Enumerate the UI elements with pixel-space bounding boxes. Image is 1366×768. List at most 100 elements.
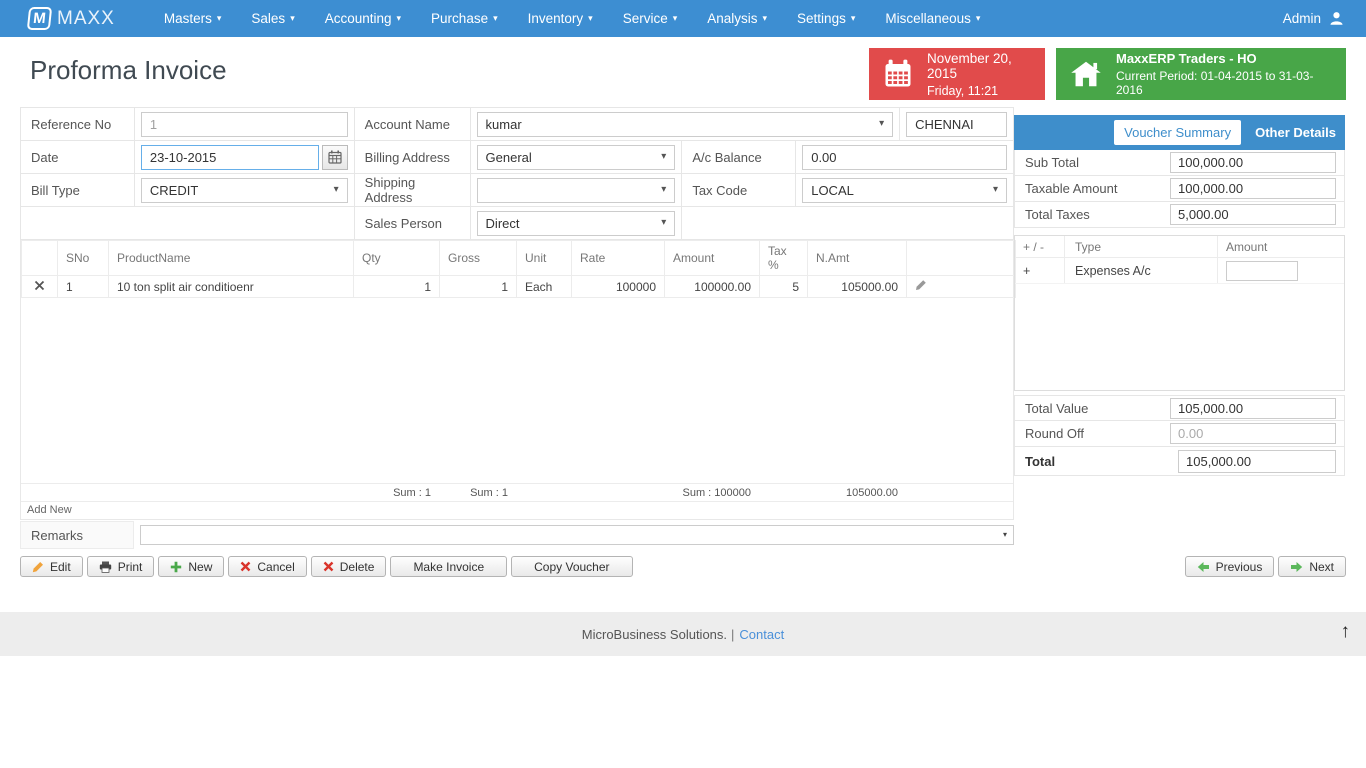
tax-code-select[interactable]: LOCAL ▾ [802, 177, 1007, 203]
ac-balance-input[interactable] [802, 144, 1007, 170]
scroll-top-icon[interactable]: ↑ [1341, 622, 1351, 641]
delete-row-icon[interactable] [34, 280, 45, 291]
make-invoice-button[interactable]: Make Invoice [390, 556, 508, 577]
edit-column-header [906, 240, 1016, 276]
sales-person-select[interactable]: Direct ▾ [476, 210, 676, 236]
action-toolbar: Edit Print New Cancel Delete Make Invoic… [0, 556, 1366, 577]
col-gross: Gross [439, 240, 517, 276]
arrow-right-icon [1291, 561, 1303, 572]
tab-other-details[interactable]: Other Details [1253, 120, 1338, 145]
user-name: Admin [1282, 11, 1321, 26]
company-name: MaxxERP Traders - HO [1116, 51, 1257, 66]
tab-voucher-summary[interactable]: Voucher Summary [1114, 120, 1242, 145]
total-taxes-label: Total Taxes [1025, 207, 1090, 222]
cell-unit: Each [516, 275, 572, 298]
adj-amount-input[interactable] [1226, 260, 1298, 281]
menu-masters[interactable]: Masters ▾ [149, 0, 237, 37]
add-new-link[interactable]: Add New [21, 502, 1013, 519]
edit-button[interactable]: Edit [20, 556, 83, 577]
remarks-select[interactable]: ▾ [140, 525, 1014, 545]
item-row: 1 10 ton split air conditioenr 1 1 Each … [21, 275, 1016, 298]
menu-analysis[interactable]: Analysis ▾ [692, 0, 782, 37]
footer-separator: | [731, 626, 735, 642]
col-amount: Amount [664, 240, 760, 276]
empty-cell [682, 207, 1014, 240]
cell-tax: 5 [759, 275, 808, 298]
chevron-down-icon: ▾ [216, 13, 222, 23]
sub-total-input[interactable] [1170, 152, 1336, 173]
next-button[interactable]: Next [1278, 556, 1346, 577]
col-qty: Qty [353, 240, 440, 276]
account-name-label: Account Name [354, 108, 471, 141]
date-label: Date [21, 141, 135, 174]
billing-address-select[interactable]: General ▾ [476, 144, 676, 170]
sum-gross: Sum : 1 [470, 486, 508, 499]
chevron-down-icon: ▾ [661, 151, 667, 162]
round-off-label: Round Off [1025, 426, 1085, 441]
adj-sign: + [1015, 258, 1065, 283]
account-name-combo[interactable]: kumar ▾ [476, 111, 894, 137]
tax-code-label: Tax Code [682, 174, 797, 207]
arrow-left-icon [1197, 561, 1209, 572]
main-menu: Masters ▾ Sales ▾ Accounting ▾ Purchase ▾ In… [149, 0, 996, 37]
cancel-button[interactable]: Cancel [228, 556, 307, 577]
page-footer: MicroBusiness Solutions. | Contact ↑ [0, 612, 1366, 656]
current-period: Current Period: 01-04-2015 to 31-03-2016 [1116, 69, 1314, 97]
account-city-input[interactable] [906, 111, 1007, 137]
adjustment-row: + Expenses A/c [1015, 258, 1344, 284]
print-button[interactable]: Print [86, 556, 155, 577]
bill-type-select[interactable]: CREDIT ▾ [140, 177, 348, 203]
x-icon [323, 561, 334, 572]
shipping-address-label: Shipping Address [354, 174, 471, 207]
calendar-button[interactable] [321, 144, 348, 170]
delete-button[interactable]: Delete [310, 556, 387, 577]
total-taxes-input[interactable] [1170, 204, 1336, 225]
col-productname: ProductName [108, 240, 354, 276]
taxable-amount-input[interactable] [1170, 178, 1336, 199]
printer-icon [99, 561, 111, 573]
total-input[interactable] [1178, 449, 1336, 473]
user-menu[interactable]: Admin [1283, 11, 1344, 26]
round-off-input[interactable] [1170, 423, 1336, 444]
total-label: Total [1025, 453, 1056, 469]
new-button[interactable]: New [158, 556, 225, 577]
reference-no-label: Reference No [21, 108, 135, 141]
top-navbar: M MAXX Masters ▾ Sales ▾ Accounting ▾ Purch… [0, 0, 1366, 37]
maxx-logo-icon: M [26, 7, 53, 30]
reference-no-input[interactable] [140, 111, 348, 137]
date-input[interactable] [140, 144, 319, 170]
contact-link[interactable]: Contact [739, 627, 784, 642]
previous-button[interactable]: Previous [1184, 556, 1275, 577]
items-grid-empty-space [21, 298, 1013, 484]
brand-logo[interactable]: M MAXX [26, 7, 115, 30]
menu-purchase[interactable]: Purchase ▾ [416, 0, 513, 37]
items-header-row: SNo ProductName Qty Gross Unit Rate Amou… [21, 240, 1016, 276]
cell-rate: 100000 [571, 275, 665, 298]
chevron-down-icon: ▾ [992, 184, 998, 195]
calendar-small-icon [328, 150, 342, 164]
header-info-boxes: November 20, 2015 Friday, 11:21 MaxxERP … [869, 48, 1346, 100]
sales-person-label: Sales Person [354, 207, 471, 240]
total-value-input[interactable] [1170, 397, 1336, 419]
chevron-down-icon: ▾ [290, 13, 295, 23]
user-icon [1330, 12, 1343, 25]
cell-product: 10 ton split air conditioenr [108, 275, 354, 298]
sum-qty: Sum : 1 [393, 486, 431, 499]
menu-inventory[interactable]: Inventory ▾ [513, 0, 608, 37]
adjustments-table: + / - Type Amount + Expenses A/c [1014, 235, 1345, 391]
plus-icon [171, 561, 182, 572]
total-value-label: Total Value [1025, 400, 1089, 416]
shipping-address-select[interactable]: ▾ [476, 177, 676, 203]
menu-settings[interactable]: Settings ▾ [782, 0, 870, 37]
menu-sales[interactable]: Sales ▾ [236, 0, 309, 37]
col-tax: Tax % [759, 240, 808, 276]
page-header: Proforma Invoice November 20, 2015 Frida… [0, 37, 1366, 107]
copy-voucher-button[interactable]: Copy Voucher [511, 556, 633, 577]
billing-address-label: Billing Address [354, 141, 471, 174]
edit-row-icon[interactable] [915, 279, 927, 291]
col-rate: Rate [571, 240, 665, 276]
menu-miscellaneous[interactable]: Miscellaneous ▾ [870, 0, 995, 37]
menu-accounting[interactable]: Accounting ▾ [310, 0, 416, 37]
company-box: MaxxERP Traders - HO Current Period: 01-… [1056, 48, 1346, 100]
menu-service[interactable]: Service ▾ [608, 0, 693, 37]
